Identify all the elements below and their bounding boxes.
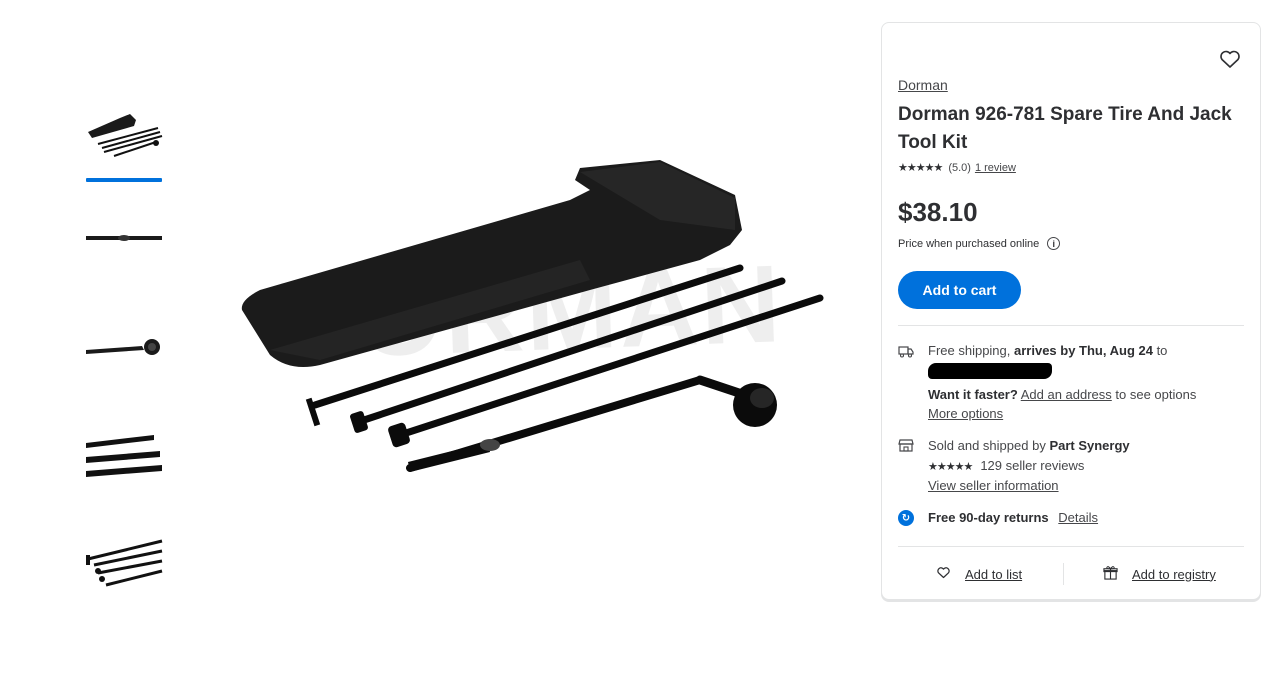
rating-row: ★★★★★ (5.0) 1 review (898, 161, 1016, 175)
faster-line: Want it faster? Add an address to see op… (928, 385, 1196, 405)
thumbnail-rods-fanned[interactable] (84, 525, 164, 605)
main-product-image: DORMAN (230, 150, 830, 490)
info-icon[interactable]: i (1047, 237, 1061, 250)
faster-suffix: to see options (1111, 387, 1197, 402)
divider (898, 546, 1244, 547)
truck-icon (898, 343, 914, 359)
rating-value: (5.0) (948, 161, 971, 174)
brand-link[interactable]: Dorman (898, 77, 948, 93)
gift-icon (1103, 565, 1118, 583)
price-note: Price when purchased online i (898, 237, 1061, 250)
shipping-prefix: Free shipping, (928, 343, 1014, 358)
heart-icon[interactable] (1218, 47, 1242, 71)
review-count-link[interactable]: 1 review (975, 162, 1016, 174)
returns-details-link[interactable]: Details (1058, 510, 1098, 525)
seller-line: Sold and shipped by Part Synergy (928, 436, 1130, 456)
thumbnail-rod-ends[interactable] (84, 415, 164, 495)
divider (898, 325, 1244, 326)
seller-name: Part Synergy (1049, 438, 1130, 453)
seller-rating-row: ★★★★★ 129 seller reviews (928, 456, 1084, 477)
product-info-panel: Dorman Dorman 926-781 Spare Tire And Jac… (881, 22, 1261, 600)
product-title: Dorman 926-781 Spare Tire And Jack Tool … (898, 104, 1232, 153)
thumbnail-lug-wrench[interactable] (84, 310, 164, 390)
returns-icon: ↻ (898, 510, 914, 526)
store-icon (898, 437, 914, 453)
rating-stars: ★★★★★ (898, 162, 943, 174)
view-seller-info-link[interactable]: View seller information (928, 476, 1059, 496)
product-price: $38.10 (898, 197, 978, 227)
add-address-link[interactable]: Add an address (1021, 387, 1112, 402)
shipping-suffix: to (1152, 343, 1168, 358)
faster-label: Want it faster? (928, 387, 1018, 402)
returns-label: Free 90-day returns (928, 510, 1049, 525)
returns-line: Free 90-day returns Details (928, 508, 1098, 528)
add-to-cart-button[interactable]: Add to cart (898, 271, 1021, 309)
price-note-text: Price when purchased online (898, 237, 1040, 250)
more-options-link[interactable]: More options (928, 404, 1003, 424)
shipping-line: Free shipping, arrives by Thu, Aug 24 to (928, 341, 1167, 361)
redacted-address (928, 363, 1052, 379)
add-to-registry-label: Add to registry (1132, 566, 1216, 582)
thumbnail-kit-overview[interactable] (84, 100, 164, 182)
heart-outline-icon (936, 565, 951, 583)
seller-reviews[interactable]: 129 seller reviews (980, 458, 1084, 473)
add-to-list-button[interactable]: Add to list (936, 565, 1022, 583)
seller-prefix: Sold and shipped by (928, 438, 1050, 453)
add-to-list-label: Add to list (965, 566, 1023, 582)
footer-separator (1063, 563, 1064, 585)
add-to-registry-button[interactable]: Add to registry (1103, 565, 1216, 583)
thumbnail-single-rod[interactable] (84, 200, 164, 280)
shipping-arrival: arrives by Thu, Aug 24 (1014, 343, 1153, 358)
seller-stars: ★★★★★ (928, 461, 973, 473)
